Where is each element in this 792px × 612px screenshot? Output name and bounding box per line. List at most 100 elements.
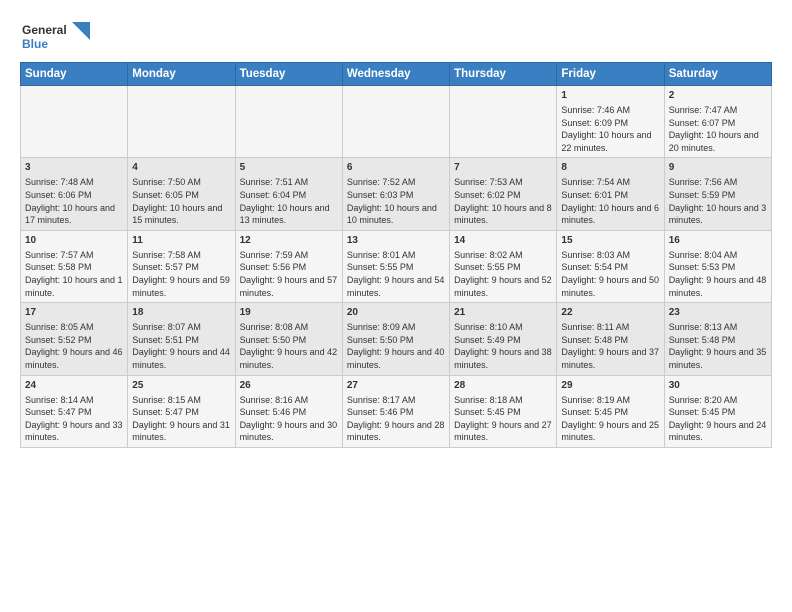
day-number: 29: [561, 379, 659, 393]
day-info: Sunset: 6:01 PM: [561, 189, 659, 202]
day-info: Sunrise: 7:58 AM: [132, 249, 230, 262]
calendar-week-row: 10Sunrise: 7:57 AMSunset: 5:58 PMDayligh…: [21, 230, 772, 302]
day-info: Sunset: 6:04 PM: [240, 189, 338, 202]
calendar-cell: [342, 86, 449, 158]
calendar-cell: 8Sunrise: 7:54 AMSunset: 6:01 PMDaylight…: [557, 158, 664, 230]
day-number: 28: [454, 379, 552, 393]
calendar-cell: 14Sunrise: 8:02 AMSunset: 5:55 PMDayligh…: [450, 230, 557, 302]
day-info: Sunset: 6:06 PM: [25, 189, 123, 202]
day-info: Sunrise: 8:03 AM: [561, 249, 659, 262]
calendar-cell: 26Sunrise: 8:16 AMSunset: 5:46 PMDayligh…: [235, 375, 342, 447]
day-number: 16: [669, 234, 767, 248]
calendar-cell: 1Sunrise: 7:46 AMSunset: 6:09 PMDaylight…: [557, 86, 664, 158]
day-info: Sunset: 5:59 PM: [669, 189, 767, 202]
day-info: Daylight: 9 hours and 48 minutes.: [669, 274, 767, 299]
day-info: Sunrise: 8:10 AM: [454, 321, 552, 334]
day-info: Daylight: 9 hours and 59 minutes.: [132, 274, 230, 299]
day-info: Sunset: 5:46 PM: [240, 406, 338, 419]
day-number: 8: [561, 161, 659, 175]
day-info: Daylight: 9 hours and 46 minutes.: [25, 346, 123, 371]
calendar-cell: 12Sunrise: 7:59 AMSunset: 5:56 PMDayligh…: [235, 230, 342, 302]
day-info: Daylight: 9 hours and 50 minutes.: [561, 274, 659, 299]
day-info: Sunrise: 8:17 AM: [347, 394, 445, 407]
day-number: 4: [132, 161, 230, 175]
svg-text:Blue: Blue: [22, 37, 48, 51]
day-number: 30: [669, 379, 767, 393]
day-info: Sunset: 5:54 PM: [561, 261, 659, 274]
day-number: 7: [454, 161, 552, 175]
day-info: Sunrise: 8:07 AM: [132, 321, 230, 334]
day-info: Sunset: 5:57 PM: [132, 261, 230, 274]
day-info: Sunset: 5:51 PM: [132, 334, 230, 347]
calendar-cell: 20Sunrise: 8:09 AMSunset: 5:50 PMDayligh…: [342, 303, 449, 375]
day-number: 19: [240, 306, 338, 320]
calendar-cell: 5Sunrise: 7:51 AMSunset: 6:04 PMDaylight…: [235, 158, 342, 230]
day-info: Sunrise: 8:02 AM: [454, 249, 552, 262]
day-info: Sunrise: 8:01 AM: [347, 249, 445, 262]
day-info: Daylight: 10 hours and 3 minutes.: [669, 202, 767, 227]
day-info: Daylight: 9 hours and 42 minutes.: [240, 346, 338, 371]
weekday-header: Thursday: [450, 63, 557, 86]
day-number: 26: [240, 379, 338, 393]
day-info: Sunset: 5:52 PM: [25, 334, 123, 347]
day-info: Sunrise: 7:47 AM: [669, 104, 767, 117]
day-info: Daylight: 9 hours and 25 minutes.: [561, 419, 659, 444]
day-info: Sunset: 6:09 PM: [561, 117, 659, 130]
calendar-cell: 4Sunrise: 7:50 AMSunset: 6:05 PMDaylight…: [128, 158, 235, 230]
day-number: 9: [669, 161, 767, 175]
day-info: Sunrise: 7:46 AM: [561, 104, 659, 117]
day-info: Sunset: 5:58 PM: [25, 261, 123, 274]
day-number: 18: [132, 306, 230, 320]
day-info: Daylight: 10 hours and 17 minutes.: [25, 202, 123, 227]
day-info: Sunrise: 7:52 AM: [347, 176, 445, 189]
day-info: Sunrise: 8:09 AM: [347, 321, 445, 334]
day-info: Sunset: 5:48 PM: [669, 334, 767, 347]
day-number: 2: [669, 89, 767, 103]
day-number: 24: [25, 379, 123, 393]
weekday-header: Monday: [128, 63, 235, 86]
day-info: Sunset: 5:55 PM: [347, 261, 445, 274]
calendar-cell: 18Sunrise: 8:07 AMSunset: 5:51 PMDayligh…: [128, 303, 235, 375]
calendar-week-row: 24Sunrise: 8:14 AMSunset: 5:47 PMDayligh…: [21, 375, 772, 447]
day-info: Sunrise: 8:14 AM: [25, 394, 123, 407]
day-info: Sunrise: 7:50 AM: [132, 176, 230, 189]
day-info: Daylight: 10 hours and 13 minutes.: [240, 202, 338, 227]
day-info: Daylight: 9 hours and 57 minutes.: [240, 274, 338, 299]
day-info: Sunrise: 7:51 AM: [240, 176, 338, 189]
day-number: 1: [561, 89, 659, 103]
day-number: 10: [25, 234, 123, 248]
day-info: Sunset: 5:45 PM: [669, 406, 767, 419]
day-number: 6: [347, 161, 445, 175]
day-info: Sunrise: 8:19 AM: [561, 394, 659, 407]
calendar-cell: [128, 86, 235, 158]
day-info: Sunrise: 8:20 AM: [669, 394, 767, 407]
day-info: Sunset: 5:45 PM: [561, 406, 659, 419]
header: GeneralBlue: [20, 16, 772, 52]
day-number: 11: [132, 234, 230, 248]
calendar-cell: 27Sunrise: 8:17 AMSunset: 5:46 PMDayligh…: [342, 375, 449, 447]
day-info: Daylight: 9 hours and 38 minutes.: [454, 346, 552, 371]
day-info: Sunrise: 8:13 AM: [669, 321, 767, 334]
day-info: Daylight: 9 hours and 44 minutes.: [132, 346, 230, 371]
day-info: Sunset: 5:47 PM: [25, 406, 123, 419]
svg-text:General: General: [22, 23, 67, 37]
day-info: Daylight: 10 hours and 6 minutes.: [561, 202, 659, 227]
day-number: 27: [347, 379, 445, 393]
calendar-cell: 24Sunrise: 8:14 AMSunset: 5:47 PMDayligh…: [21, 375, 128, 447]
day-number: 15: [561, 234, 659, 248]
day-info: Daylight: 10 hours and 22 minutes.: [561, 129, 659, 154]
day-info: Sunrise: 7:53 AM: [454, 176, 552, 189]
calendar-cell: 2Sunrise: 7:47 AMSunset: 6:07 PMDaylight…: [664, 86, 771, 158]
day-number: 5: [240, 161, 338, 175]
calendar-cell: 3Sunrise: 7:48 AMSunset: 6:06 PMDaylight…: [21, 158, 128, 230]
day-info: Daylight: 9 hours and 52 minutes.: [454, 274, 552, 299]
day-info: Sunrise: 7:59 AM: [240, 249, 338, 262]
day-info: Daylight: 9 hours and 33 minutes.: [25, 419, 123, 444]
page: GeneralBlue SundayMondayTuesdayWednesday…: [0, 0, 792, 612]
day-info: Sunset: 6:05 PM: [132, 189, 230, 202]
calendar-cell: 23Sunrise: 8:13 AMSunset: 5:48 PMDayligh…: [664, 303, 771, 375]
day-info: Sunrise: 8:08 AM: [240, 321, 338, 334]
calendar-cell: [450, 86, 557, 158]
weekday-header: Tuesday: [235, 63, 342, 86]
calendar-cell: 22Sunrise: 8:11 AMSunset: 5:48 PMDayligh…: [557, 303, 664, 375]
